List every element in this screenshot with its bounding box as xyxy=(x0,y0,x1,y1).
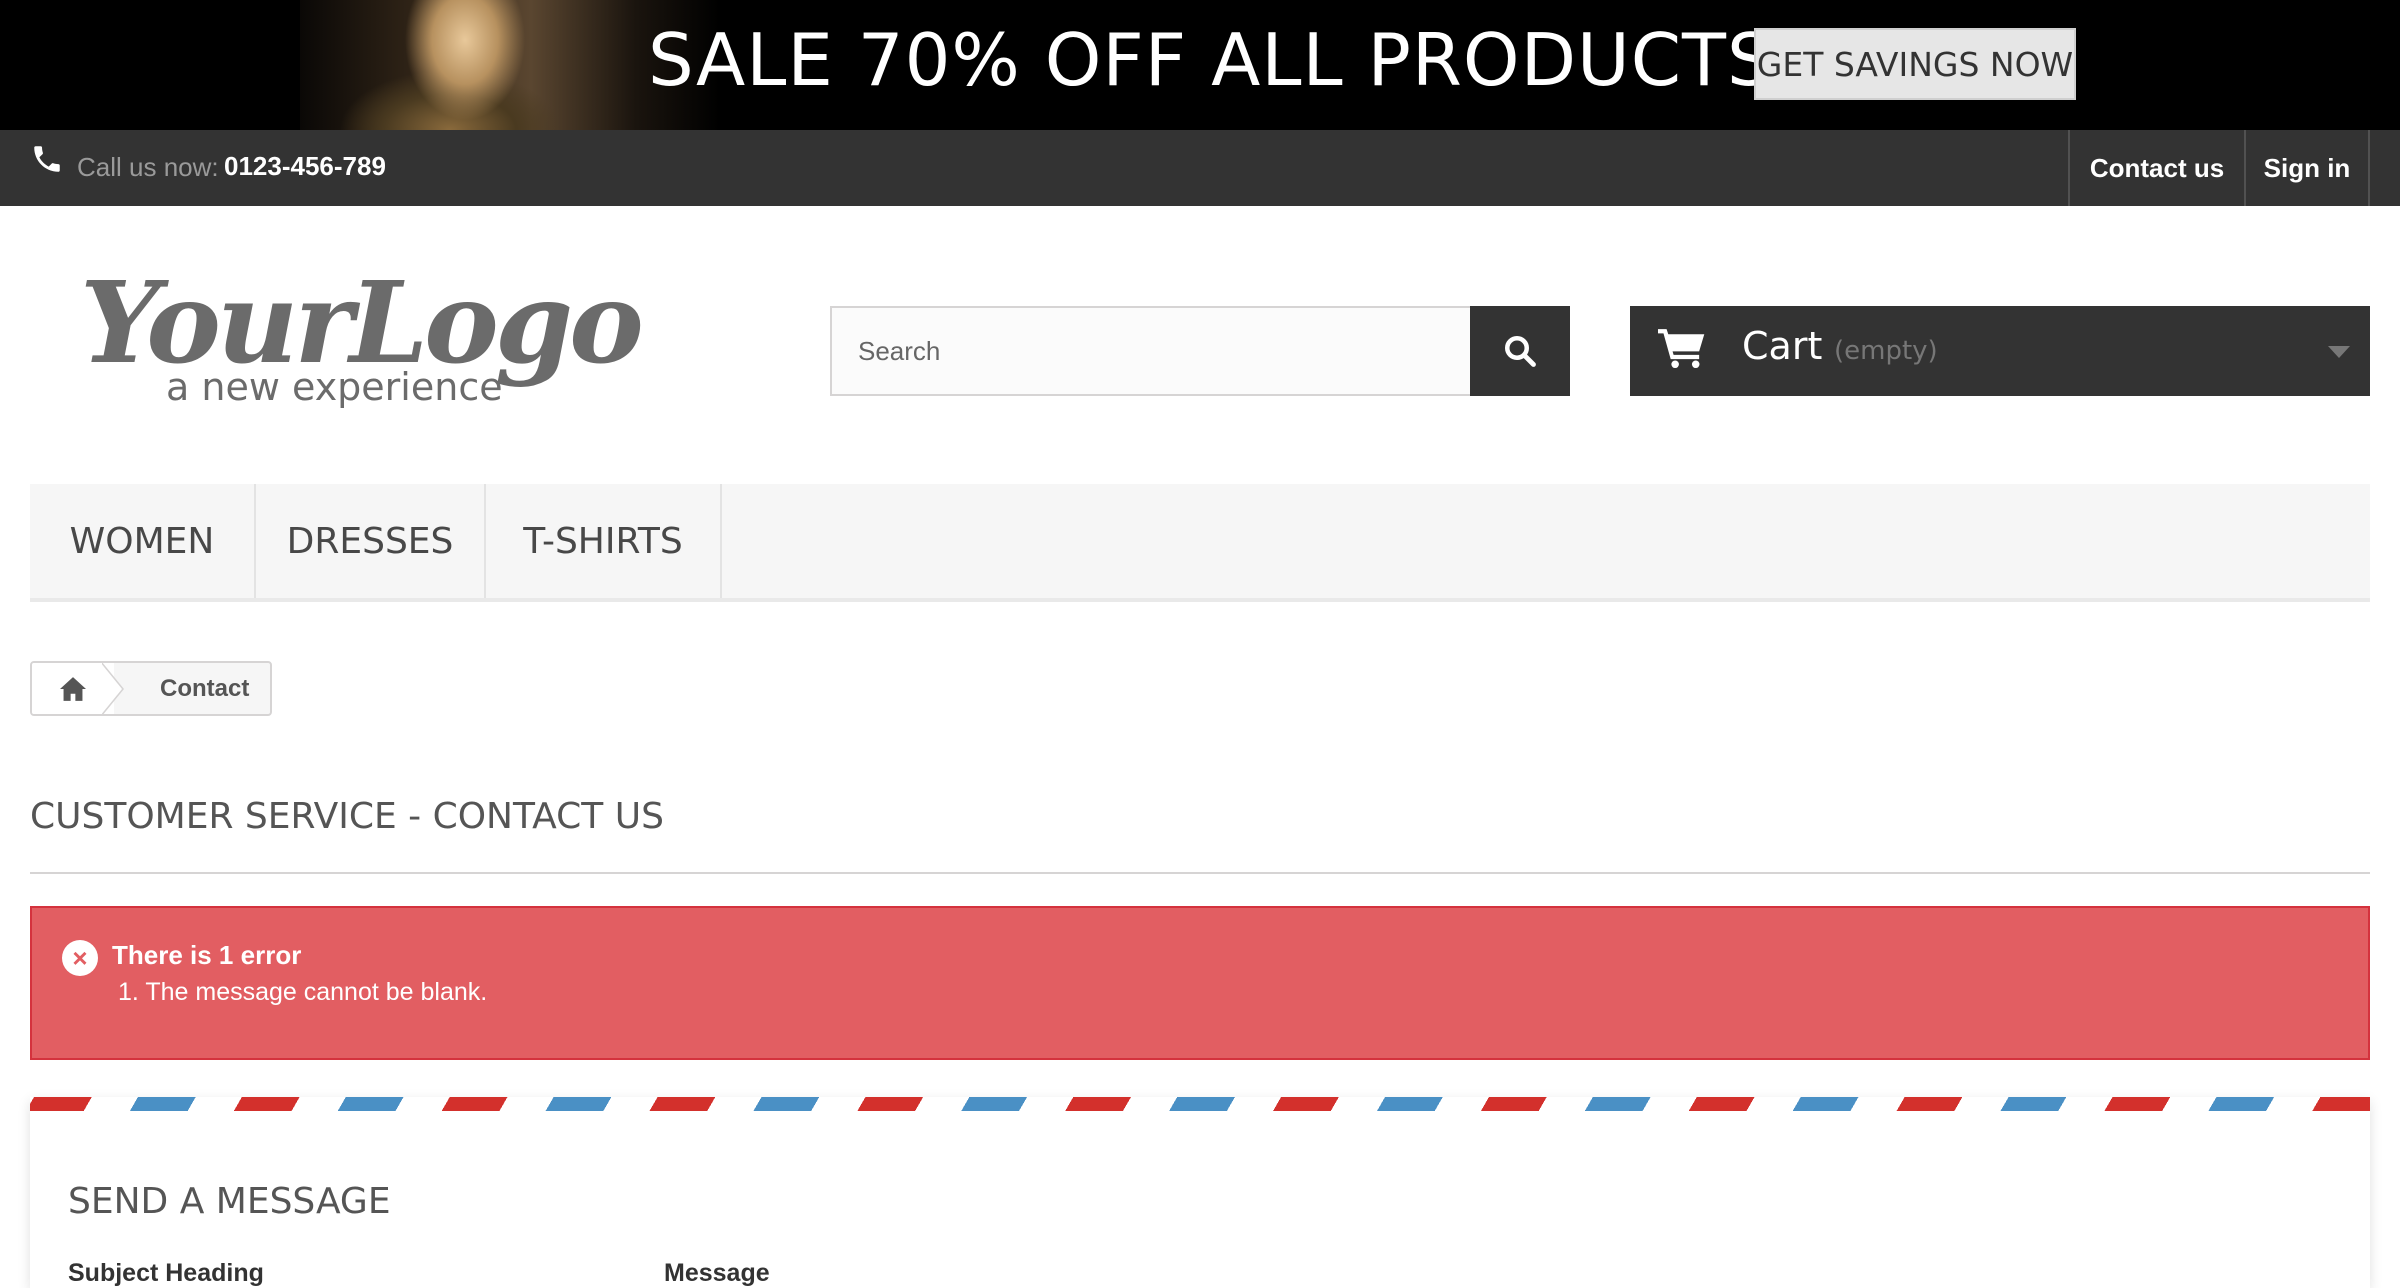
main-menu: WOMEN DRESSES T-SHIRTS xyxy=(30,484,2370,602)
call-us-label: Call us now: xyxy=(77,152,219,182)
chevron-down-icon xyxy=(2328,346,2350,358)
banner-headline: SALE 70% OFF ALL PRODUCTS xyxy=(648,18,1774,102)
menu-item-women[interactable]: WOMEN xyxy=(30,484,256,598)
home-icon xyxy=(60,676,86,701)
breadcrumb-current: Contact xyxy=(160,675,250,702)
breadcrumb: Contact xyxy=(30,661,272,716)
get-savings-button[interactable]: GET SAVINGS NOW xyxy=(1754,28,2076,100)
subject-heading-label: Subject Heading xyxy=(68,1259,264,1287)
message-label: Message xyxy=(664,1259,770,1287)
page-title: CUSTOMER SERVICE - CONTACT US xyxy=(30,796,664,837)
error-alert: × There is 1 error 1. The message cannot… xyxy=(30,906,2370,1060)
error-title: There is 1 error xyxy=(112,940,302,970)
contact-form-card: SEND A MESSAGE Subject Heading Message xyxy=(30,1097,2370,1288)
site-logo[interactable]: YourLogo a new experience xyxy=(80,250,650,420)
error-icon: × xyxy=(62,940,98,976)
cart-label: Cart xyxy=(1742,324,1823,368)
error-item: 1. The message cannot be blank. xyxy=(118,978,488,1006)
cart-icon xyxy=(1658,329,1705,369)
breadcrumb-separator-inner xyxy=(100,663,122,714)
form-title: SEND A MESSAGE xyxy=(68,1181,391,1222)
search-input[interactable] xyxy=(832,308,1470,394)
phone-number: 0123-456-789 xyxy=(224,151,386,181)
sign-in-link[interactable]: Sign in xyxy=(2244,130,2370,206)
search-icon xyxy=(1505,336,1536,367)
cart-status: (empty) xyxy=(1834,336,1938,366)
logo-tagline: a new experience xyxy=(166,365,503,409)
contact-us-link[interactable]: Contact us xyxy=(2068,130,2244,206)
title-divider xyxy=(30,872,2370,874)
menu-item-dresses[interactable]: DRESSES xyxy=(256,484,486,598)
cart-button[interactable]: Cart (empty) xyxy=(1630,306,2370,396)
menu-item-tshirts[interactable]: T-SHIRTS xyxy=(486,484,722,598)
promo-banner[interactable]: SALE 70% OFF ALL PRODUCTS GET SAVINGS NO… xyxy=(0,0,2400,130)
airmail-border xyxy=(30,1097,2370,1111)
search-box xyxy=(830,306,1472,396)
search-button[interactable] xyxy=(1470,306,1570,396)
phone-icon xyxy=(34,146,60,172)
